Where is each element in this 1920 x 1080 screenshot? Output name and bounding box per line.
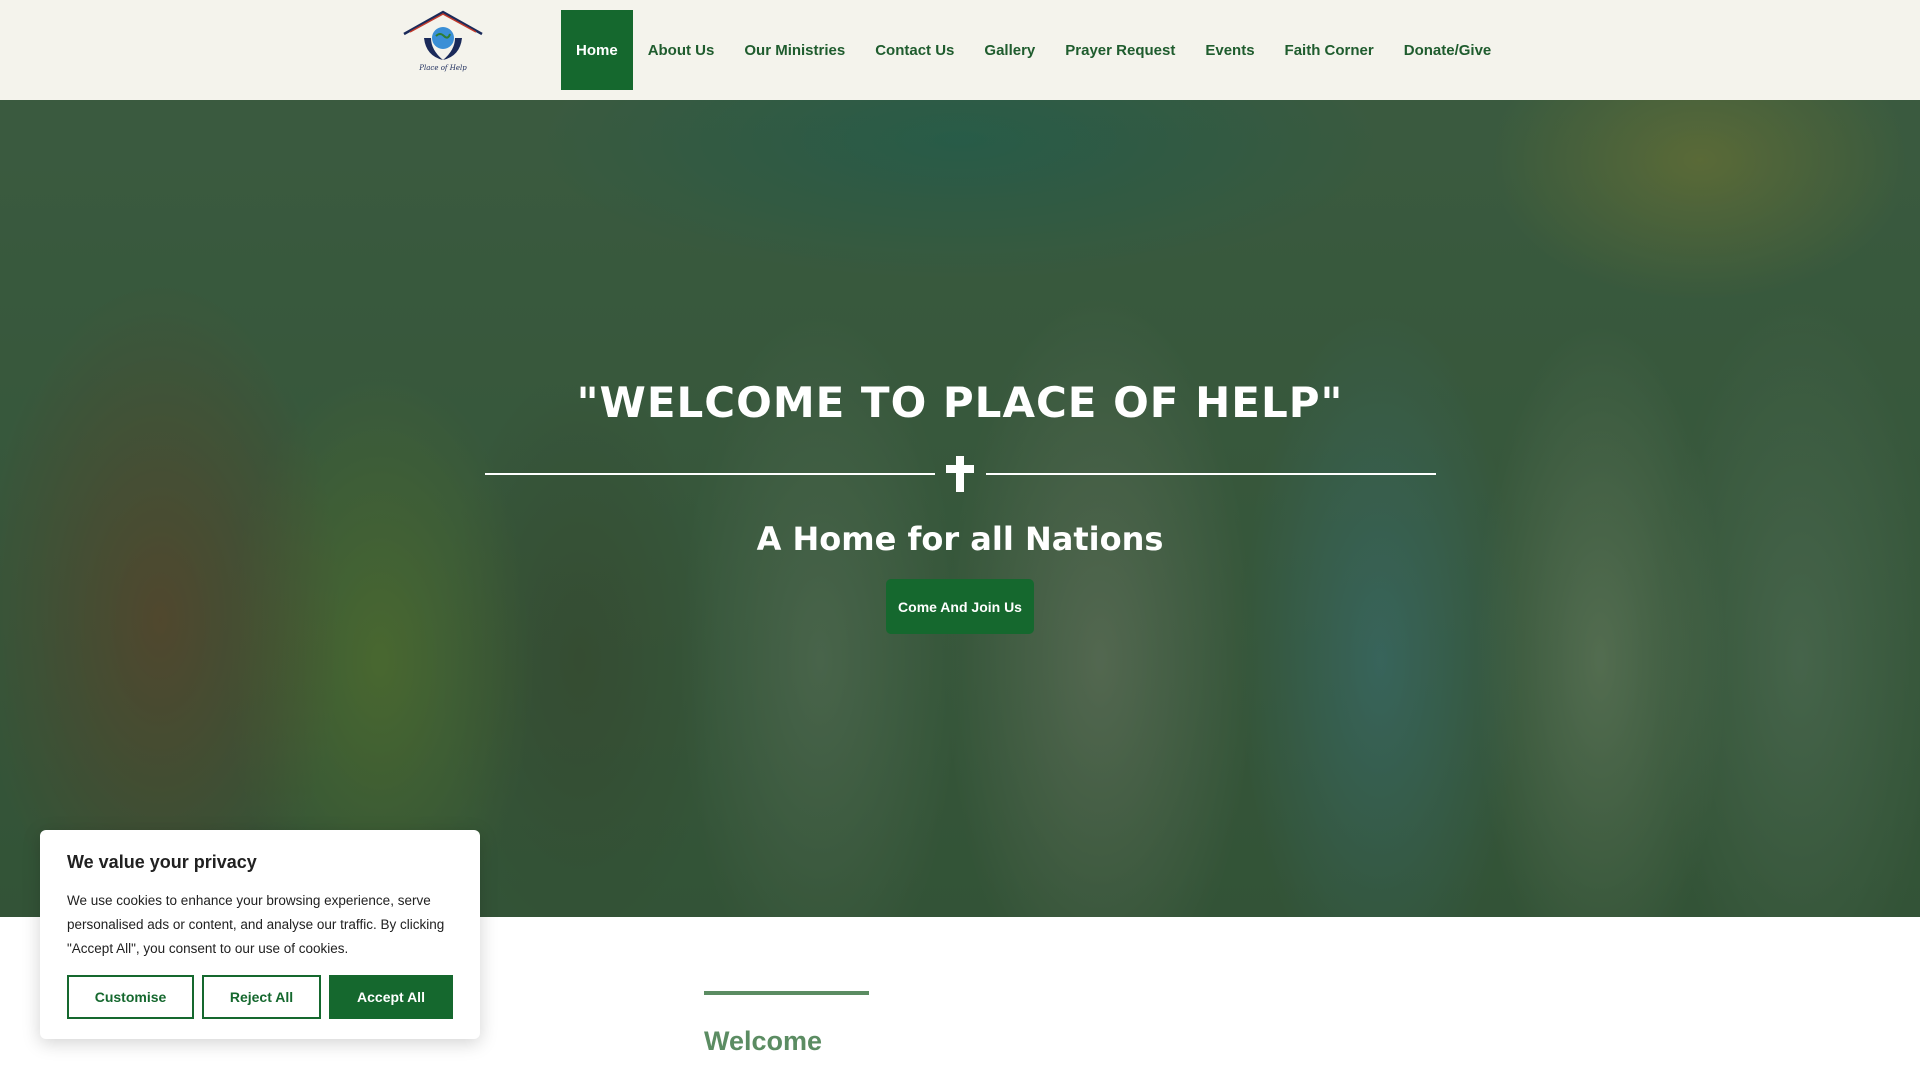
nav-donate-give[interactable]: Donate/Give bbox=[1389, 10, 1507, 90]
nav-faith-corner[interactable]: Faith Corner bbox=[1270, 10, 1389, 90]
nav-contact-us[interactable]: Contact Us bbox=[860, 10, 969, 90]
divider-right bbox=[986, 473, 1436, 475]
divider-left bbox=[485, 473, 935, 475]
cookie-title: We value your privacy bbox=[67, 852, 257, 872]
cookie-text: We use cookies to enhance your browsing … bbox=[67, 893, 445, 956]
logo-text: Place of Help bbox=[419, 64, 467, 72]
nav-home[interactable]: Home bbox=[561, 10, 633, 90]
welcome-heading: Welcome bbox=[704, 1026, 823, 1056]
reject-all-button[interactable]: Reject All bbox=[202, 975, 321, 1019]
nav-events[interactable]: Events bbox=[1190, 10, 1269, 90]
site-header: Place of Help Home About Us Our Ministri… bbox=[0, 0, 1920, 100]
nav-about-us[interactable]: About Us bbox=[633, 10, 730, 90]
welcome-accent-bar bbox=[704, 991, 869, 995]
logo-hands-icon bbox=[403, 10, 483, 60]
hero-overlay bbox=[0, 100, 1920, 917]
nav-our-ministries[interactable]: Our Ministries bbox=[729, 10, 860, 90]
customise-button[interactable]: Customise bbox=[67, 975, 194, 1019]
nav-gallery[interactable]: Gallery bbox=[969, 10, 1050, 90]
hero-title: "WELCOME TO PLACE OF HELP" bbox=[576, 378, 1344, 427]
hero-subtitle: A Home for all Nations bbox=[756, 520, 1164, 558]
main-nav: Home About Us Our Ministries Contact Us … bbox=[561, 10, 1506, 90]
cross-icon bbox=[946, 456, 974, 492]
cookie-buttons: Customise Reject All Accept All bbox=[67, 975, 453, 1019]
come-and-join-button[interactable]: Come And Join Us bbox=[886, 579, 1034, 634]
nav-prayer-request[interactable]: Prayer Request bbox=[1050, 10, 1190, 90]
site-logo[interactable]: Place of Help bbox=[400, 8, 486, 74]
accept-all-button[interactable]: Accept All bbox=[329, 975, 453, 1019]
cookie-consent-banner: We value your privacy We use cookies to … bbox=[40, 830, 480, 1039]
hero-banner: "WELCOME TO PLACE OF HELP" A Home for al… bbox=[0, 100, 1920, 917]
